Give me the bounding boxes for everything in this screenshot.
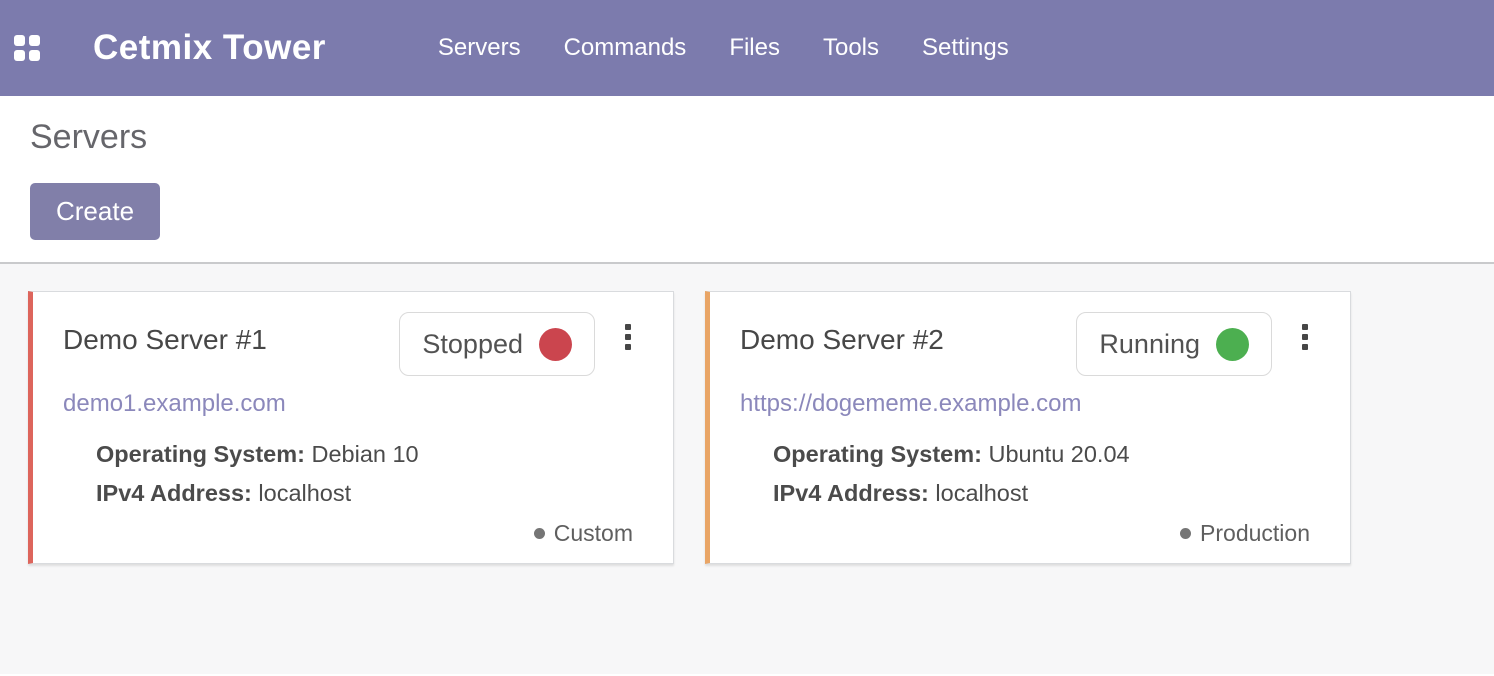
server-url-link[interactable]: https://dogememe.example.com <box>740 390 1082 418</box>
field-ipv4-address: IPv4 Address: localhost <box>773 474 1310 513</box>
server-status-label: Stopped <box>422 329 523 360</box>
field-value: Ubuntu 20.04 <box>988 441 1129 467</box>
page-title: Servers <box>30 118 1494 157</box>
field-value: localhost <box>258 480 351 506</box>
tag-dot-icon <box>1180 528 1191 539</box>
create-button[interactable]: Create <box>30 183 160 240</box>
kebab-menu-icon[interactable] <box>623 322 633 352</box>
servers-kanban: Demo Server #1 Stopped demo1.example.com… <box>0 264 1494 674</box>
kebab-dot <box>625 334 631 340</box>
server-tag: Production <box>1180 520 1310 547</box>
apps-grid-square <box>14 35 25 46</box>
nav-item-settings[interactable]: Settings <box>922 34 1009 62</box>
main-menu: Servers Commands Files Tools Settings <box>438 34 1009 62</box>
tag-label: Production <box>1200 520 1310 547</box>
nav-item-commands[interactable]: Commands <box>564 34 687 62</box>
nav-item-servers[interactable]: Servers <box>438 34 521 62</box>
apps-grid-square <box>14 50 25 61</box>
server-tag: Custom <box>534 520 633 547</box>
server-card[interactable]: Demo Server #2 Running https://dogememe.… <box>705 291 1351 564</box>
apps-grid-square <box>29 35 40 46</box>
field-operating-system: Operating System: Ubuntu 20.04 <box>773 435 1310 474</box>
server-name: Demo Server #2 <box>740 324 1076 356</box>
kebab-menu-icon[interactable] <box>1300 322 1310 352</box>
field-value: localhost <box>935 480 1028 506</box>
kebab-dot <box>1302 344 1308 350</box>
kebab-dot <box>1302 324 1308 330</box>
server-status-label: Running <box>1099 329 1200 360</box>
field-ipv4-address: IPv4 Address: localhost <box>96 474 633 513</box>
kebab-dot <box>625 344 631 350</box>
status-dot-icon <box>539 328 572 361</box>
field-value: Debian 10 <box>311 441 418 467</box>
field-label: Operating System: <box>773 441 982 467</box>
server-name: Demo Server #1 <box>63 324 399 356</box>
nav-item-files[interactable]: Files <box>729 34 780 62</box>
apps-grid-square <box>29 50 40 61</box>
field-label: IPv4 Address: <box>773 480 929 506</box>
kebab-dot <box>625 324 631 330</box>
server-status-badge[interactable]: Running <box>1076 312 1272 376</box>
status-dot-icon <box>1216 328 1249 361</box>
kebab-dot <box>1302 334 1308 340</box>
server-fields: Operating System: Debian 10 IPv4 Address… <box>96 435 633 513</box>
field-label: IPv4 Address: <box>96 480 252 506</box>
server-url-link[interactable]: demo1.example.com <box>63 390 286 418</box>
server-card[interactable]: Demo Server #1 Stopped demo1.example.com… <box>28 291 674 564</box>
server-status-badge[interactable]: Stopped <box>399 312 595 376</box>
app-brand-title[interactable]: Cetmix Tower <box>93 28 326 68</box>
field-label: Operating System: <box>96 441 305 467</box>
tag-dot-icon <box>534 528 545 539</box>
server-card-header: Demo Server #1 Stopped <box>63 312 633 376</box>
server-fields: Operating System: Ubuntu 20.04 IPv4 Addr… <box>773 435 1310 513</box>
field-operating-system: Operating System: Debian 10 <box>96 435 633 474</box>
page-header: Servers Create <box>0 96 1494 264</box>
nav-item-tools[interactable]: Tools <box>823 34 879 62</box>
apps-grid-icon[interactable] <box>14 35 41 62</box>
server-card-header: Demo Server #2 Running <box>740 312 1310 376</box>
top-navbar: Cetmix Tower Servers Commands Files Tool… <box>0 0 1494 96</box>
tag-label: Custom <box>554 520 633 547</box>
